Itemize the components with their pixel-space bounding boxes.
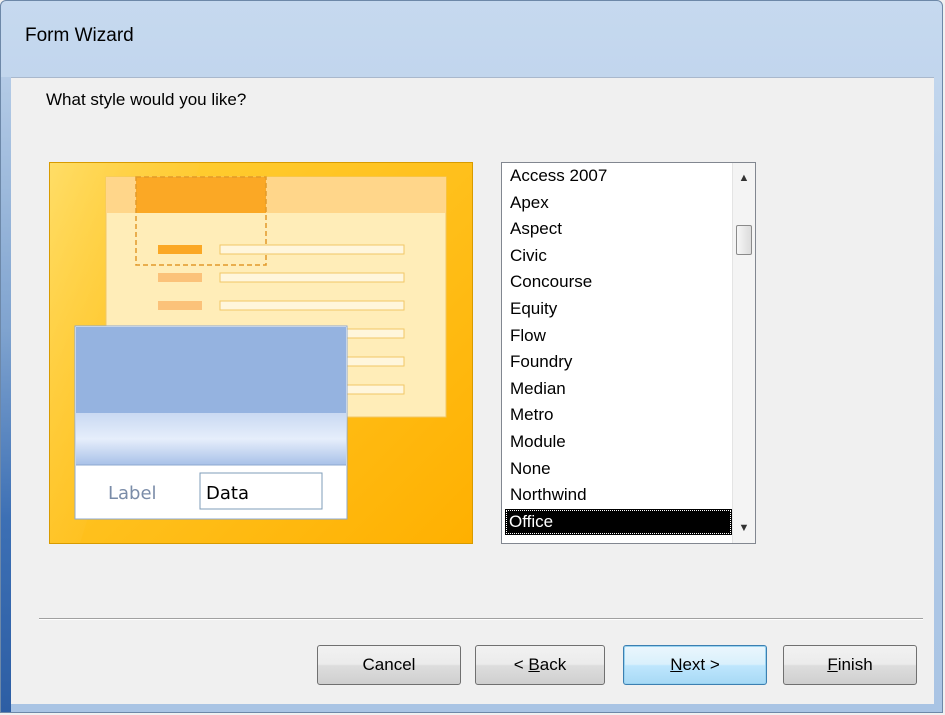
back-button[interactable]: < Back [475, 645, 605, 685]
style-list-scrollbar[interactable]: ▲ ▼ [732, 163, 755, 543]
wizard-question: What style would you like? [46, 90, 247, 109]
form-wizard-window: Form Wizard What style would you like? L… [0, 0, 943, 713]
style-list-item[interactable]: Northwind [502, 482, 732, 509]
back-button-label: ack [539, 655, 567, 674]
finish-button-label: inish [837, 655, 873, 674]
finish-button-mnemonic: F [827, 655, 838, 674]
scroll-up-arrow-icon[interactable]: ▲ [733, 167, 755, 189]
style-list-item[interactable]: Metro [502, 402, 732, 429]
next-button-label: ext > [682, 655, 720, 674]
window-frame-left [1, 77, 11, 712]
wizard-client-area: What style would you like? Label Data Ac… [11, 77, 934, 704]
next-button[interactable]: Next > [623, 645, 767, 685]
style-list-item[interactable]: Apex [502, 190, 732, 217]
style-preview: Label Data [49, 162, 473, 544]
style-listbox[interactable]: Access 2007 Apex Aspect Civic Concourse Equit… [501, 162, 756, 544]
cancel-button[interactable]: Cancel [317, 645, 461, 685]
style-list-item[interactable]: Aspect [502, 216, 732, 243]
style-list-item[interactable]: Flow [502, 323, 732, 350]
preview-data-text: Data [206, 483, 249, 504]
style-list-item[interactable]: Equity [502, 296, 732, 323]
cancel-button-label: Cancel [362, 655, 416, 674]
back-button-prefix: < [513, 655, 529, 674]
style-list-item[interactable]: Module [502, 429, 732, 456]
style-list-item[interactable]: Office [505, 508, 732, 536]
style-list: Access 2007 Apex Aspect Civic Concourse Equit… [502, 163, 732, 543]
scroll-down-arrow-icon[interactable]: ▼ [733, 517, 755, 539]
style-list-item[interactable]: Foundry [502, 349, 732, 376]
style-list-item[interactable]: Civic [502, 243, 732, 270]
window-title: Form Wizard [25, 25, 134, 46]
style-list-item[interactable]: None [502, 456, 732, 483]
next-button-mnemonic: N [670, 655, 683, 674]
back-button-mnemonic: B [528, 655, 540, 674]
style-list-item[interactable]: Median [502, 376, 732, 403]
preview-label-text: Label [108, 483, 157, 504]
scroll-thumb[interactable] [736, 225, 752, 255]
style-list-item[interactable]: Concourse [502, 269, 732, 296]
finish-button[interactable]: Finish [783, 645, 917, 685]
style-preview-graphic: Label Data [50, 163, 447, 543]
title-bar[interactable]: Form Wizard [1, 1, 942, 77]
style-list-item[interactable]: Access 2007 [502, 163, 732, 190]
button-separator [39, 618, 923, 620]
